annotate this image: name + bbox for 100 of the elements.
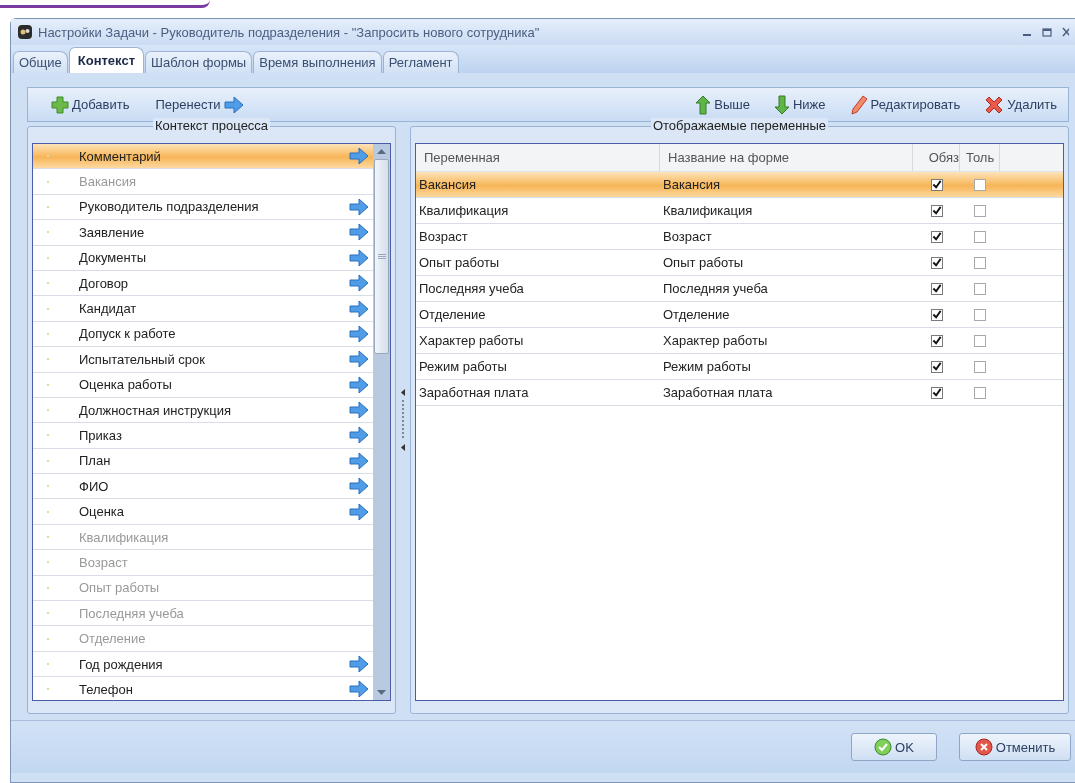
checkbox[interactable] xyxy=(974,178,986,191)
table-row[interactable]: Квалификация Квалификация xyxy=(416,198,1063,224)
check-circle-icon xyxy=(874,738,893,756)
checkbox[interactable] xyxy=(974,282,986,295)
checkbox[interactable] xyxy=(930,178,943,191)
ok-button[interactable]: OK xyxy=(851,733,937,761)
move-arrow-icon[interactable] xyxy=(349,451,369,470)
checkbox[interactable] xyxy=(974,334,986,347)
move-arrow-icon[interactable] xyxy=(349,477,369,496)
move-arrow-icon[interactable] xyxy=(349,680,369,699)
scrollbar[interactable] xyxy=(373,144,390,700)
delete-icon xyxy=(984,94,1005,115)
context-item[interactable]: Приказ xyxy=(33,423,373,449)
table-cell-text: Заработная плата xyxy=(662,385,774,400)
context-item[interactable]: Руководитель подразделения xyxy=(33,194,373,221)
table-cell-text: Последняя учеба xyxy=(418,281,525,296)
context-item[interactable]: Допуск к работе xyxy=(33,321,373,348)
checkbox[interactable] xyxy=(974,256,986,269)
move-arrow-icon[interactable] xyxy=(349,248,369,267)
move-arrow-icon[interactable] xyxy=(349,426,369,445)
checkbox[interactable] xyxy=(930,386,943,399)
checkbox[interactable] xyxy=(930,230,943,243)
table-cell-text: Квалификация xyxy=(418,203,510,218)
checkbox[interactable] xyxy=(930,360,943,373)
context-item[interactable]: Должностная инструкция xyxy=(33,397,373,424)
table-row[interactable]: Вакансия Вакансия xyxy=(416,172,1063,198)
cancel-button[interactable]: Отменить xyxy=(959,733,1071,761)
move-arrow-icon[interactable] xyxy=(349,197,369,216)
table-cell-text: Заработная плата xyxy=(418,385,530,400)
column-header[interactable]: Переменная xyxy=(416,144,660,171)
table-row[interactable]: Возраст Возраст xyxy=(416,224,1063,250)
table-cell-text: Возраст xyxy=(662,229,713,244)
table-row[interactable]: Последняя учеба Последняя учеба xyxy=(416,276,1063,302)
scroll-up-icon[interactable] xyxy=(377,149,386,154)
up-button[interactable]: Выше xyxy=(690,92,755,117)
collapse-arrow-icon[interactable] xyxy=(401,444,405,451)
tab[interactable]: Шаблон формы xyxy=(145,51,253,73)
scroll-down-icon[interactable] xyxy=(377,690,386,695)
move-arrow-icon[interactable] xyxy=(349,299,369,318)
context-item[interactable]: Год рождения xyxy=(33,651,373,678)
table-row[interactable]: Отделение Отделение xyxy=(416,302,1063,328)
arrow-right-icon xyxy=(223,95,244,114)
move-arrow-icon[interactable] xyxy=(349,324,369,343)
grip-icon xyxy=(377,254,386,259)
move-arrow-icon[interactable] xyxy=(349,147,369,166)
context-item[interactable]: План xyxy=(33,448,373,475)
context-item[interactable]: Кандидат xyxy=(33,296,373,322)
move-arrow-icon[interactable] xyxy=(349,274,369,293)
context-item[interactable]: Оценка xyxy=(33,499,373,525)
app-icon xyxy=(17,24,33,40)
plus-icon xyxy=(51,95,69,114)
table-cell-text: Характер работы xyxy=(662,333,769,348)
delete-button[interactable]: Удалить xyxy=(979,92,1062,117)
context-item[interactable]: Испытательный срок xyxy=(33,347,373,373)
checkbox[interactable] xyxy=(930,308,943,321)
tab[interactable]: Регламент xyxy=(382,51,459,73)
edit-button[interactable]: Редактировать xyxy=(844,92,966,117)
context-item[interactable]: Заявление xyxy=(33,220,373,246)
checkbox[interactable] xyxy=(974,230,986,243)
close-icon[interactable] xyxy=(1062,27,1069,37)
move-arrow-icon[interactable] xyxy=(349,223,369,242)
checkbox[interactable] xyxy=(930,282,943,295)
checkbox[interactable] xyxy=(974,308,986,321)
table-cell-text: Характер работы xyxy=(418,333,525,348)
table-row[interactable]: Опыт работы Опыт работы xyxy=(416,250,1063,276)
checkbox[interactable] xyxy=(974,386,986,399)
tab[interactable]: Общие xyxy=(13,51,68,73)
table-cell-text: Вакансия xyxy=(418,177,478,192)
move-button[interactable]: Перенести xyxy=(150,93,249,116)
column-header[interactable]: Название на форме xyxy=(660,144,913,171)
table-cell-text: Вакансия xyxy=(662,177,722,192)
add-button[interactable]: Добавить xyxy=(46,93,135,116)
collapse-arrow-icon[interactable] xyxy=(401,389,405,396)
move-arrow-icon[interactable] xyxy=(349,502,369,521)
move-arrow-icon[interactable] xyxy=(349,401,369,420)
checkbox[interactable] xyxy=(930,334,943,347)
column-header[interactable]: Толь xyxy=(960,144,1000,171)
maximize-icon[interactable] xyxy=(1042,27,1052,37)
checkbox[interactable] xyxy=(974,204,986,217)
context-item[interactable]: Комментарий xyxy=(33,144,373,170)
table-row[interactable]: Характер работы Характер работы xyxy=(416,328,1063,354)
move-arrow-icon[interactable] xyxy=(349,655,369,673)
checkbox[interactable] xyxy=(930,204,943,217)
context-item[interactable]: Документы xyxy=(33,245,373,271)
column-header[interactable]: Обяз xyxy=(913,144,960,171)
tab[interactable]: Контекст xyxy=(68,47,144,73)
group-title: Контекст процесса xyxy=(152,118,271,133)
context-item[interactable]: Договор xyxy=(33,270,373,297)
table-cell-text: Отделение xyxy=(662,307,731,322)
table-row[interactable]: Заработная плата Заработная плата xyxy=(416,380,1063,406)
table-cell-text: Возраст xyxy=(418,229,469,244)
checkbox[interactable] xyxy=(974,360,986,373)
move-arrow-icon[interactable] xyxy=(349,375,369,394)
down-button[interactable]: Ниже xyxy=(768,92,831,117)
table-row[interactable]: Режим работы Режим работы xyxy=(416,354,1063,380)
move-arrow-icon[interactable] xyxy=(349,350,369,369)
tab[interactable]: Время выполнения xyxy=(253,51,382,73)
context-item[interactable]: Оценка работы xyxy=(33,372,373,398)
context-item[interactable]: ФИО xyxy=(33,474,373,500)
checkbox[interactable] xyxy=(930,256,943,269)
